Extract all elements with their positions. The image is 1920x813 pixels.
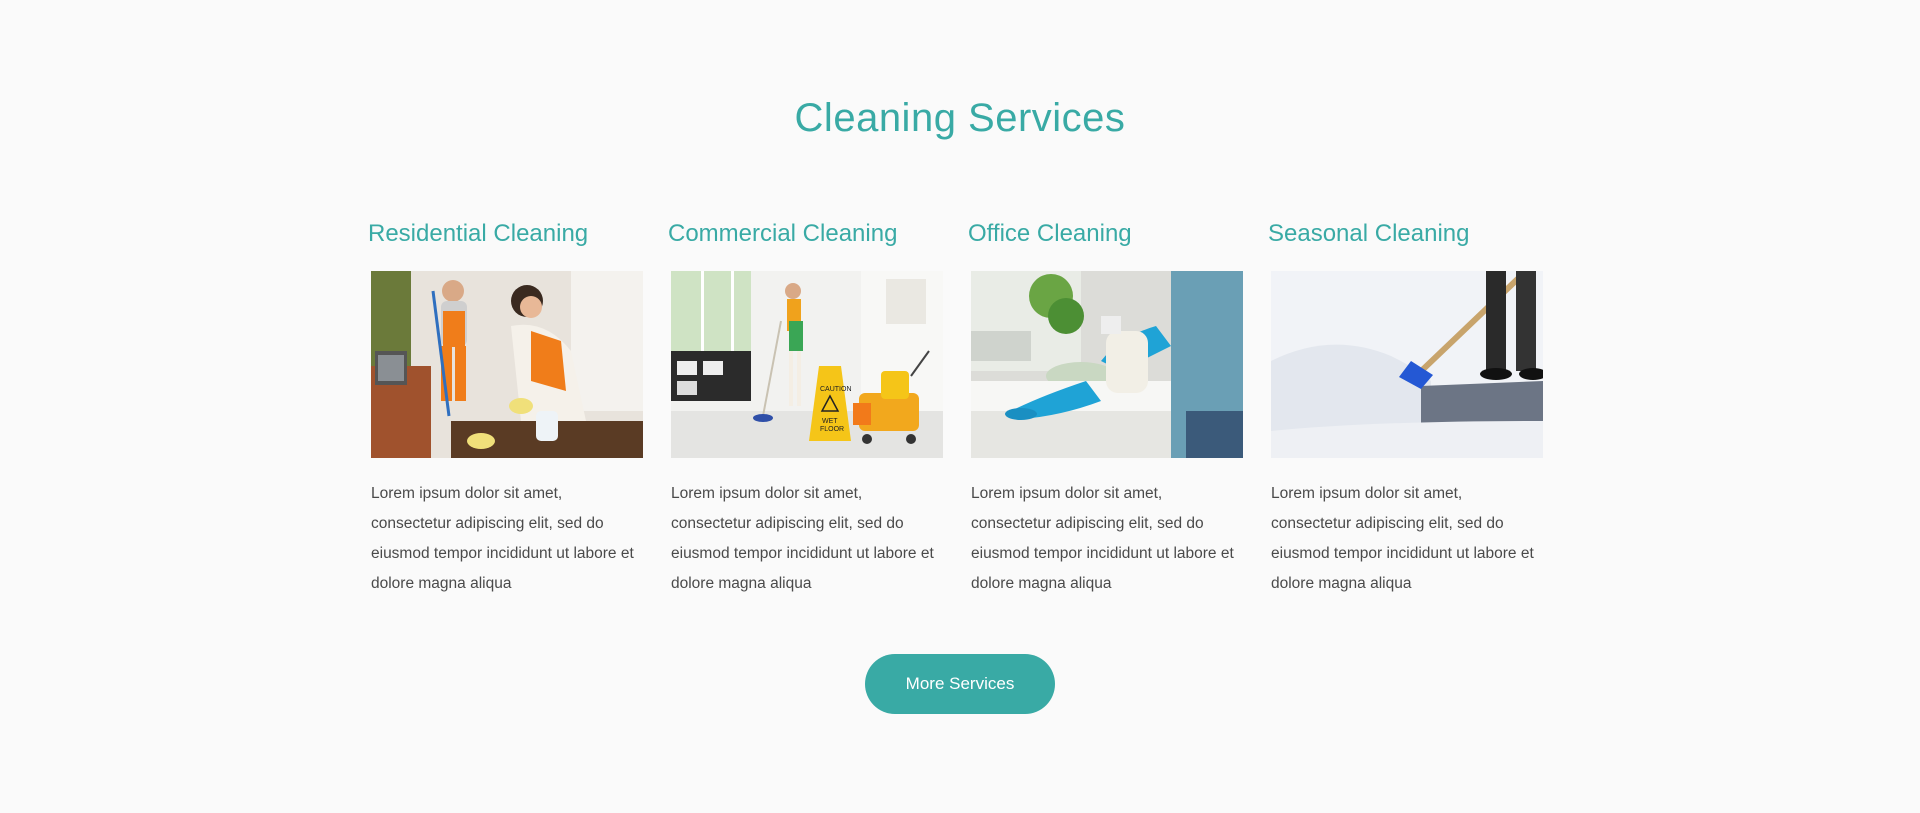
svg-text:WET: WET: [822, 418, 838, 425]
service-description: Lorem ipsum dolor sit amet, consectetur …: [971, 485, 1234, 592]
service-description: Lorem ipsum dolor sit amet, consectetur …: [371, 485, 634, 592]
seasonal-cleaning-photo: [1271, 271, 1543, 458]
svg-text:CAUTION: CAUTION: [820, 386, 852, 393]
office-cleaning-image[interactable]: [971, 271, 1243, 458]
residential-cleaning-image[interactable]: [371, 271, 643, 458]
section-title: Cleaning Services: [794, 96, 1126, 140]
service-title[interactable]: Residential Cleaning: [368, 218, 588, 250]
residential-cleaning-photo: [371, 271, 643, 458]
commercial-cleaning-image[interactable]: CAUTION WET FLOOR: [671, 271, 943, 458]
service-description: Lorem ipsum dolor sit amet, consectetur …: [1271, 485, 1534, 592]
commercial-cleaning-photo: CAUTION WET FLOOR: [671, 271, 943, 458]
services-grid: Residential Cleaning Lorem ipsum dolor s…: [368, 218, 1549, 598]
service-title[interactable]: Seasonal Cleaning: [1268, 218, 1469, 250]
service-title[interactable]: Commercial Cleaning: [668, 218, 897, 250]
office-cleaning-photo: [971, 271, 1243, 458]
service-title[interactable]: Office Cleaning: [968, 218, 1132, 250]
more-services-button[interactable]: More Services: [865, 654, 1055, 714]
svg-text:FLOOR: FLOOR: [820, 426, 844, 433]
service-description: Lorem ipsum dolor sit amet, consectetur …: [671, 485, 934, 592]
seasonal-cleaning-image[interactable]: [1271, 271, 1543, 458]
